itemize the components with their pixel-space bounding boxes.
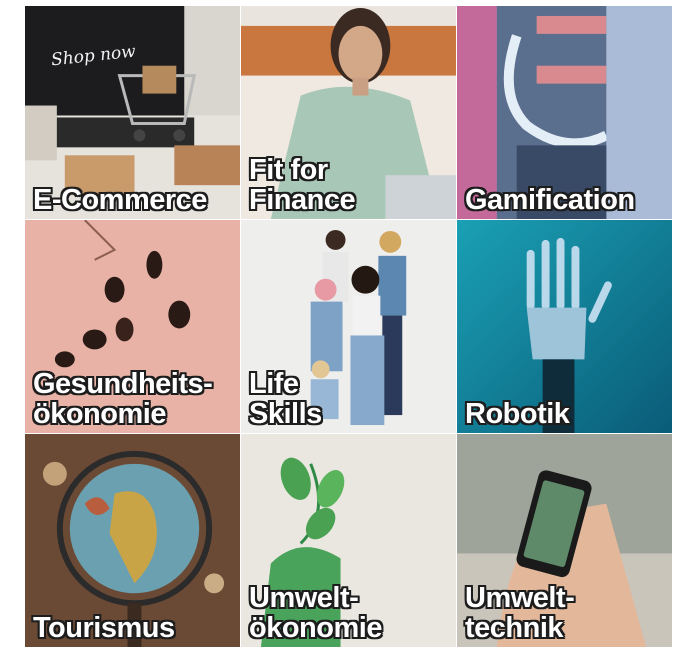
tile-label: Gesundheits- ökonomie xyxy=(33,368,213,430)
tile-label: Life Skills xyxy=(249,368,322,430)
topic-grid: Shop now E-Commerce Fit for Finance Gami… xyxy=(25,6,673,648)
tile-umwelttechnik[interactable]: Umwelt- technik xyxy=(457,434,673,648)
tile-label: Fit for Finance xyxy=(249,154,356,216)
tile-label: Umwelt- ökonomie xyxy=(249,582,382,644)
tile-robotik[interactable]: Robotik xyxy=(457,220,673,434)
tile-fit-for-finance[interactable]: Fit for Finance xyxy=(241,6,457,220)
tile-gesundheitsoekonomie[interactable]: Gesundheits- ökonomie xyxy=(25,220,241,434)
tile-umweltoekonomie[interactable]: Umwelt- ökonomie xyxy=(241,434,457,648)
tile-label: E-Commerce xyxy=(33,184,207,216)
tile-label: Gamification xyxy=(465,184,635,216)
tile-label: Robotik xyxy=(465,398,570,430)
tile-label: Umwelt- technik xyxy=(465,582,575,644)
tile-label: Tourismus xyxy=(33,612,175,644)
tile-life-skills[interactable]: Life Skills xyxy=(241,220,457,434)
tile-gamification[interactable]: Gamification xyxy=(457,6,673,220)
tile-e-commerce[interactable]: Shop now E-Commerce xyxy=(25,6,241,220)
tile-tourismus[interactable]: Tourismus xyxy=(25,434,241,648)
